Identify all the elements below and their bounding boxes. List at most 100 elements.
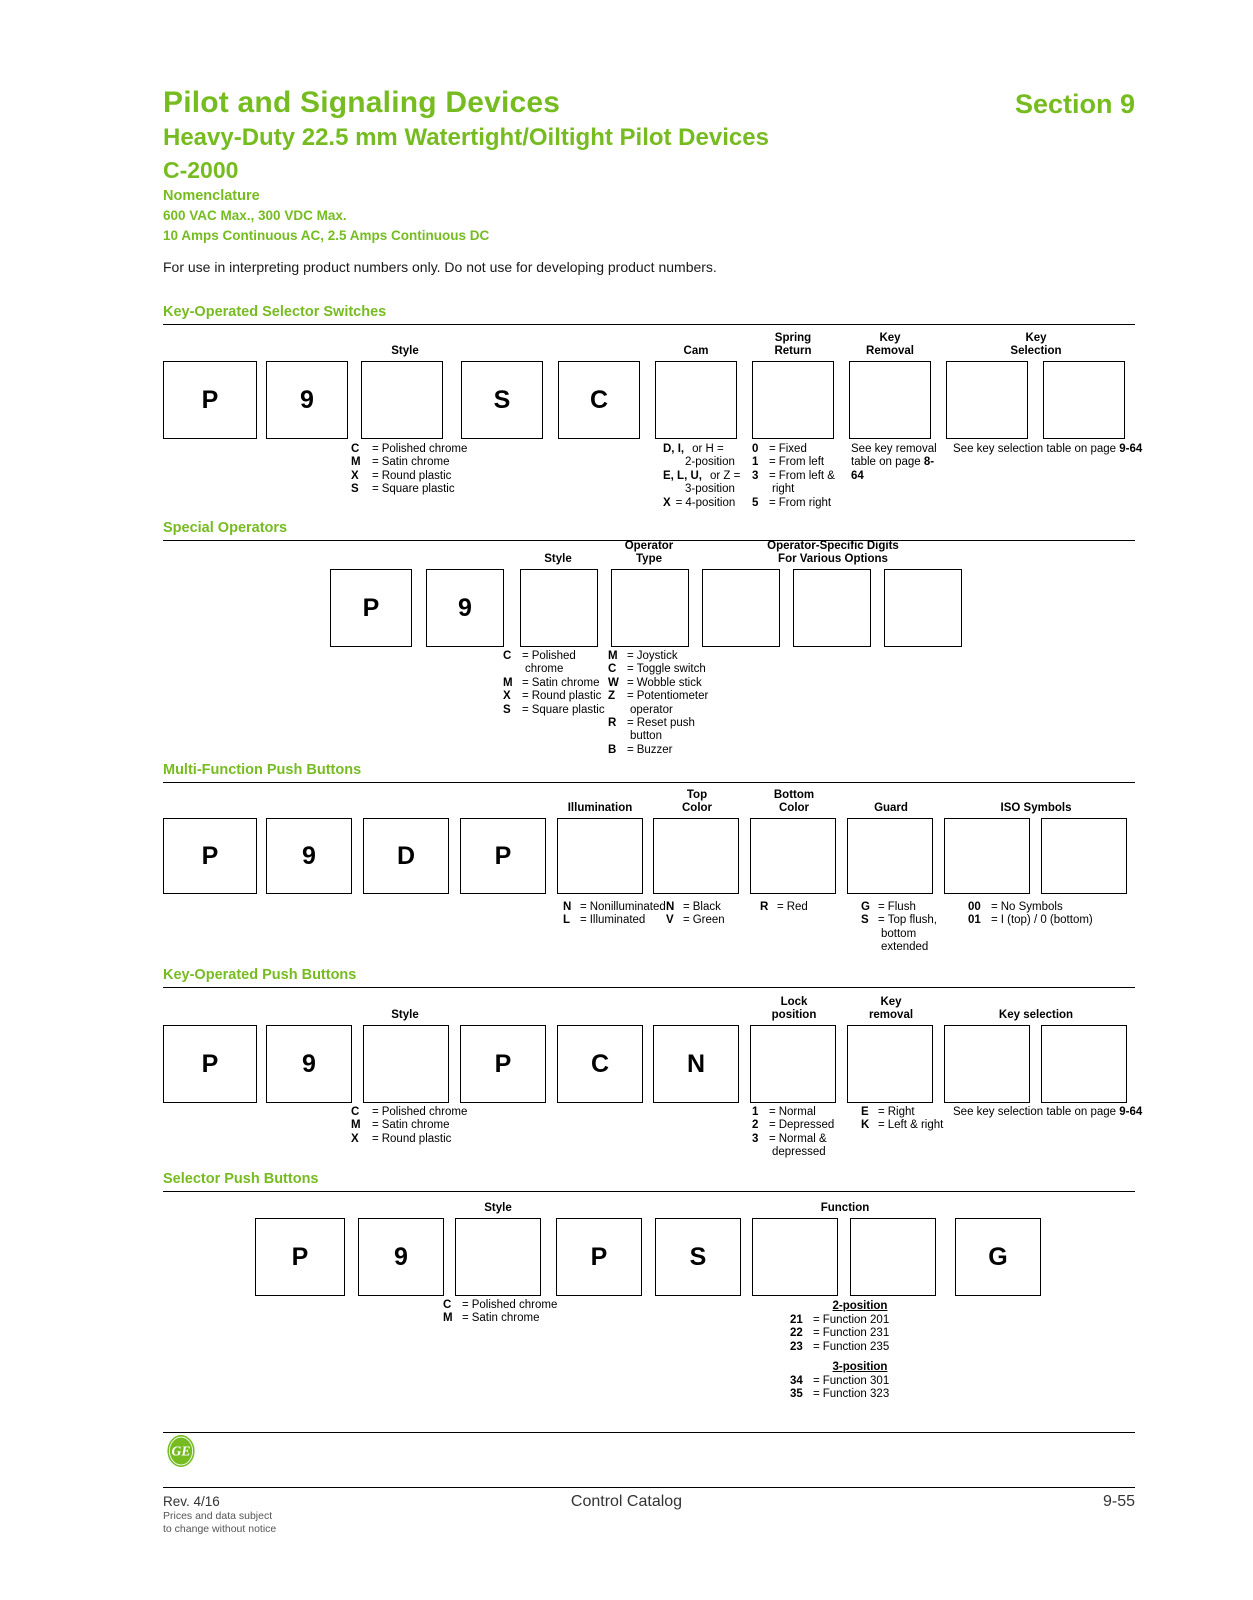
legend-spring-return: 0 = Fixed 1 = From left 3 = From left & right 5 = Fr… <box>752 443 848 510</box>
nomenclature-box-empty <box>1041 818 1127 894</box>
nomenclature-box-empty <box>847 1025 933 1103</box>
legend-key: G <box>861 901 870 913</box>
legend-line: W = Wobble stick <box>608 677 723 690</box>
legend-equals: = <box>462 1299 469 1311</box>
legend-line: 3 = From left & <box>752 470 848 483</box>
nomenclature-box-filled: 9 <box>266 361 348 439</box>
nomenclature-box-empty <box>946 361 1028 439</box>
nomenclature-box-empty <box>884 569 962 647</box>
legend-value: From left <box>778 456 825 469</box>
catalog-page: Pilot and Signaling Devices Section 9 He… <box>0 0 1253 1600</box>
nomenclature-box-empty <box>847 818 933 894</box>
legend-equals: = <box>813 1388 820 1401</box>
legend-key: C <box>351 1106 360 1118</box>
legend-line: S = Top flush, <box>861 914 951 927</box>
legend-line: R = Red <box>760 901 830 914</box>
legend-value: Polished <box>531 650 576 662</box>
legend-equals: = <box>372 1119 379 1132</box>
legend-value: Wobble stick <box>636 676 702 689</box>
legend-key: 2 <box>752 1119 759 1132</box>
column-group-label-line: position <box>771 1008 817 1021</box>
legend-value: Function 323 <box>822 1388 890 1401</box>
legend-value: Green <box>692 914 725 927</box>
nomenclature-box-empty <box>752 1218 838 1296</box>
legend-equals: = <box>769 1132 776 1145</box>
legend-value: Round plastic <box>381 1132 452 1145</box>
legend-equals: = <box>627 743 634 756</box>
legend-iso-symbols: 00 = No Symbols 01 = I (top) / 0 (bottom) <box>968 901 1108 928</box>
legend-line: 5 = From right <box>752 497 848 510</box>
legend-equals: = <box>627 663 634 676</box>
spec-current: 10 Amps Continuous AC, 2.5 Amps Continuo… <box>163 228 490 243</box>
column-group-label-line: Operator <box>624 540 674 552</box>
nomenclature-box-empty <box>793 569 871 647</box>
legend-equals: = <box>372 483 379 496</box>
legend-value: Red <box>786 901 808 913</box>
legend-equals: = <box>627 690 634 703</box>
nomenclature-box-empty <box>1041 1025 1127 1103</box>
nomenclature-box-empty <box>655 361 737 439</box>
legend-value: Joystick <box>636 650 678 662</box>
legend-continuation: operator <box>630 703 673 716</box>
legend-equals: = <box>769 469 776 482</box>
legend-value: Reset push <box>636 717 695 730</box>
legend-value: Function 235 <box>822 1340 890 1353</box>
legend-equals: = <box>878 914 885 927</box>
legend-key: S <box>861 914 869 927</box>
legend-key: E <box>861 1106 869 1118</box>
column-group-label-line: Color <box>681 801 713 814</box>
legend-value: Flush <box>887 901 916 913</box>
column-group-label-line: Guard <box>874 801 908 814</box>
legend-line: C = Polished <box>503 650 613 663</box>
nomenclature-box-filled: N <box>653 1025 739 1103</box>
spec-voltage: 600 VAC Max., 300 VDC Max. <box>163 208 347 223</box>
column-group-label-line: ISO Symbols <box>1000 801 1072 814</box>
legend-operator-type: M = Joystick C = Toggle switch W = Wobble stick Z… <box>608 650 723 757</box>
legend-page-ref: 9-64 <box>1119 1106 1143 1118</box>
legend-key: C <box>503 650 512 662</box>
legend-key: 00 <box>968 901 981 913</box>
legend-equals: = <box>769 1106 776 1118</box>
legend-key: D, I, <box>663 443 685 455</box>
page-subtitle: Heavy-Duty 22.5 mm Watertight/Oiltight P… <box>163 124 769 151</box>
nomenclature-box-empty <box>361 361 443 439</box>
nomenclature-box-filled: P <box>556 1218 642 1296</box>
legend-value: Left & right <box>887 1119 944 1132</box>
column-group-label-line: Key <box>1025 332 1047 344</box>
usage-note: For use in interpreting product numbers … <box>163 259 717 275</box>
column-group-label-line: Key <box>879 332 901 344</box>
nomenclature-box-empty <box>750 1025 836 1103</box>
nomenclature-box-filled: G <box>955 1218 1041 1296</box>
legend-style: C = Polished chrome M = Satin chrome <box>443 1299 643 1326</box>
legend-lock-position: 1 = Normal 2 = Depressed 3 = Normal & depressed <box>752 1106 852 1160</box>
legend-line: M = Satin chrome <box>351 1119 551 1132</box>
legend-value: I (top) / 0 (bottom) <box>1000 914 1093 927</box>
nomenclature-box-filled: 9 <box>358 1218 444 1296</box>
nomenclature-box-filled: P <box>255 1218 345 1296</box>
legend-line: 1 = Normal <box>752 1106 852 1119</box>
legend-value: Square plastic <box>531 703 605 716</box>
legend-line: 21 = Function 201 <box>790 1314 930 1327</box>
legend-value: Function 201 <box>822 1314 890 1326</box>
legend-equals: = <box>769 496 776 509</box>
column-group-label-line: For Various Options <box>778 552 888 565</box>
column-group-label-line: Function <box>820 1201 870 1214</box>
legend-line: K = Left & right <box>861 1119 961 1132</box>
legend-equals: = <box>627 650 634 662</box>
legend-page-ref: 9-64 <box>1119 443 1143 455</box>
legend-key: 3 <box>752 469 759 482</box>
legend-key: C <box>351 443 360 455</box>
column-group-label-line: Bottom <box>773 789 815 801</box>
legend-line: S = Square plastic <box>503 704 613 717</box>
column-group-label-line: Spring <box>774 332 812 344</box>
legend-key: M <box>503 676 513 689</box>
legend-value: Illuminated <box>589 914 646 927</box>
legend-value: Normal <box>778 1106 816 1118</box>
legend-key-removal: See key removal table on page 8-64 <box>851 443 943 483</box>
legend-value: Round plastic <box>381 469 452 482</box>
legend-key: C <box>608 663 617 676</box>
svg-text:GE: GE <box>172 1443 191 1458</box>
legend-continuation: chrome <box>525 663 564 676</box>
legend-continuation: depressed <box>772 1146 826 1159</box>
legend-line: E = Right <box>861 1106 961 1119</box>
